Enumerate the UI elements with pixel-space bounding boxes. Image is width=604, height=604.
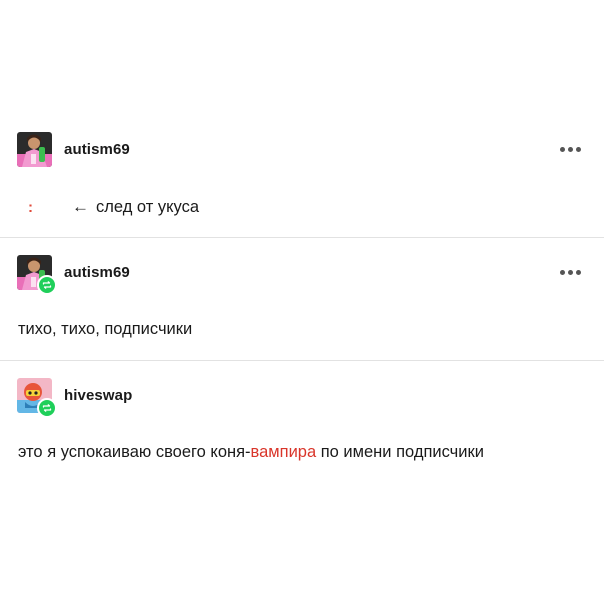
- post-3-text: это я успокаиваю своего коня-вампира по …: [18, 443, 484, 462]
- dot-icon: [568, 146, 573, 152]
- dot-icon: [568, 269, 573, 275]
- avatar[interactable]: [17, 254, 57, 295]
- dot-icon: [576, 146, 581, 152]
- post-1-body: : ← след от укуса: [28, 197, 199, 217]
- username[interactable]: autism69: [64, 141, 130, 158]
- reblog-icon: [37, 397, 57, 418]
- avatar-image: [17, 131, 52, 167]
- link-text: след от укуса: [96, 197, 200, 216]
- divider: [0, 237, 604, 238]
- post-3-header: hiveswap: [17, 377, 581, 418]
- avatar[interactable]: [17, 377, 57, 418]
- text-segment: это я успокаиваю своего коня-: [18, 443, 251, 461]
- username[interactable]: hiveswap: [64, 387, 132, 404]
- username[interactable]: autism69: [64, 264, 130, 281]
- back-link[interactable]: ← след от укуса: [72, 197, 199, 217]
- more-options-button[interactable]: [560, 143, 581, 156]
- post-2-text: тихо, тихо, подписчики: [18, 320, 193, 338]
- more-options-button[interactable]: [560, 266, 581, 279]
- colon-mark: :: [28, 198, 33, 216]
- text-highlight: вампира: [250, 443, 317, 461]
- arrow-left-icon: ←: [72, 197, 89, 216]
- dot-icon: [576, 269, 581, 275]
- text-segment: по имени подписчики: [316, 443, 484, 461]
- reblog-icon: [37, 274, 57, 295]
- dot-icon: [560, 146, 565, 152]
- divider: [0, 360, 604, 361]
- post-2-header: autism69: [17, 254, 581, 295]
- avatar[interactable]: [17, 131, 52, 167]
- post-1-header: autism69: [17, 131, 581, 167]
- dot-icon: [560, 269, 565, 275]
